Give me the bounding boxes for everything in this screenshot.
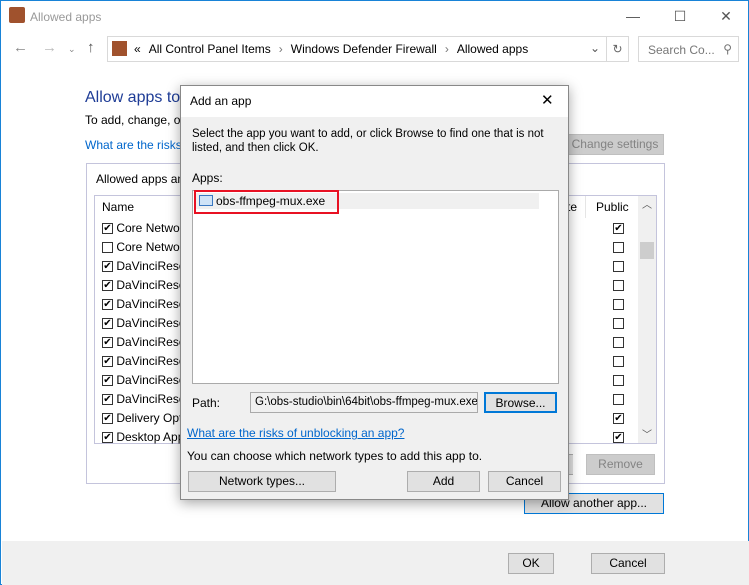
dialog-cancel-button[interactable]: Cancel — [488, 471, 561, 492]
app-enabled-checkbox[interactable]: ✔ — [102, 394, 113, 406]
public-checkbox[interactable] — [613, 394, 624, 405]
app-row-name: DaVinciReso — [116, 297, 186, 311]
maximize-button[interactable]: ☐ — [657, 5, 703, 29]
up-icon[interactable]: ↑ — [87, 39, 95, 56]
public-checkbox[interactable] — [613, 280, 624, 291]
apps-listbox[interactable]: obs-ffmpeg-mux.exe — [192, 190, 559, 384]
path-label: Path: — [192, 396, 221, 410]
app-row-name: DaVinciReso — [116, 373, 186, 387]
app-enabled-checkbox[interactable]: ✔ — [102, 337, 113, 349]
app-enabled-checkbox[interactable]: ✔ — [102, 375, 113, 387]
app-row-name: DaVinciReso — [116, 335, 186, 349]
public-checkbox[interactable] — [613, 375, 624, 386]
column-name[interactable]: Name — [102, 200, 134, 214]
public-checkbox[interactable] — [613, 318, 624, 329]
breadcrumb-item[interactable]: All Control Panel Items — [149, 42, 271, 56]
search-placeholder: Search Co... — [648, 43, 715, 57]
public-checkbox[interactable] — [613, 299, 624, 310]
footer-bar: OK Cancel — [2, 541, 749, 585]
chevron-down-icon[interactable]: ⌄ — [590, 41, 600, 55]
network-note: You can choose which network types to ad… — [187, 449, 483, 463]
app-row-name: Core Networ — [116, 221, 184, 235]
remove-button[interactable]: Remove — [586, 454, 655, 475]
firewall-icon — [9, 7, 25, 23]
browse-button[interactable]: Browse... — [484, 392, 557, 413]
public-checkbox[interactable] — [613, 242, 624, 253]
network-types-button[interactable]: Network types... — [188, 471, 336, 492]
app-enabled-checkbox[interactable]: ✔ — [102, 413, 113, 425]
app-enabled-checkbox[interactable]: ✔ — [102, 261, 113, 273]
forward-icon[interactable]: → — [42, 39, 57, 56]
app-row-name: DaVinciReso — [116, 278, 186, 292]
page-heading: Allow apps to — [85, 89, 181, 106]
risks-link[interactable]: What are the risks — [85, 138, 182, 152]
public-checkbox[interactable]: ✔ — [613, 223, 624, 234]
scroll-thumb[interactable] — [640, 242, 654, 259]
add-button[interactable]: Add — [407, 471, 480, 492]
public-checkbox[interactable] — [613, 261, 624, 272]
public-checkbox[interactable]: ✔ — [613, 432, 624, 443]
refresh-icon[interactable]: ↻ — [606, 37, 628, 61]
search-icon: ⚲ — [723, 42, 732, 56]
scroll-up-icon[interactable]: ︿ — [638, 196, 656, 211]
cancel-button[interactable]: Cancel — [591, 553, 665, 574]
app-row-name: DaVinciReso — [116, 392, 186, 406]
unblocking-risks-link[interactable]: What are the risks of unblocking an app? — [187, 426, 404, 440]
path-field[interactable]: G:\obs-studio\bin\64bit\obs-ffmpeg-mux.e… — [250, 392, 478, 413]
app-row-name: DaVinciReso — [116, 259, 186, 273]
breadcrumb-item[interactable]: Windows Defender Firewall — [291, 42, 437, 56]
ok-button[interactable]: OK — [508, 553, 554, 574]
public-checkbox[interactable] — [613, 356, 624, 367]
public-checkbox[interactable] — [613, 337, 624, 348]
close-button[interactable]: ✕ — [703, 5, 749, 29]
dialog-instructions: Select the app you want to add, or click… — [192, 128, 544, 154]
app-enabled-checkbox[interactable]: ✔ — [102, 432, 113, 444]
chevron-right-icon: › — [444, 42, 449, 56]
group-label: Allowed apps an — [96, 172, 185, 186]
firewall-icon — [112, 41, 127, 56]
breadcrumb-overflow[interactable]: « — [134, 42, 141, 56]
back-icon[interactable]: ← — [13, 39, 28, 56]
app-enabled-checkbox[interactable]: ✔ — [102, 223, 113, 235]
minimize-button[interactable]: — — [610, 5, 656, 29]
apps-label: Apps: — [192, 171, 223, 185]
add-app-dialog: Add an app ✕ Select the app you want to … — [180, 85, 569, 500]
public-checkbox[interactable]: ✔ — [613, 413, 624, 424]
change-settings-button[interactable]: Change settings — [566, 134, 664, 155]
address-bar[interactable]: « All Control Panel Items › Windows Defen… — [107, 36, 629, 62]
app-row-name: Delivery Opt — [116, 411, 183, 425]
app-enabled-checkbox[interactable]: ✔ — [102, 280, 113, 292]
app-row-name: DaVinciReso — [116, 316, 186, 330]
app-enabled-checkbox[interactable] — [102, 242, 113, 254]
app-enabled-checkbox[interactable]: ✔ — [102, 299, 113, 311]
breadcrumb-item[interactable]: Allowed apps — [457, 42, 528, 56]
page-description: To add, change, or — [85, 113, 185, 127]
search-input[interactable]: Search Co... ⚲ — [638, 36, 739, 62]
dialog-titlebar: Add an app ✕ — [181, 86, 568, 117]
app-row-name: Desktop App — [116, 430, 185, 444]
app-enabled-checkbox[interactable]: ✔ — [102, 318, 113, 330]
app-row-name: DaVinciReso — [116, 354, 186, 368]
app-enabled-checkbox[interactable]: ✔ — [102, 356, 113, 368]
chevron-right-icon: › — [278, 42, 283, 56]
column-public[interactable]: Public — [596, 200, 629, 214]
recent-dropdown-icon[interactable]: ⌄ — [68, 44, 76, 55]
dialog-close-button[interactable]: ✕ — [541, 91, 554, 109]
app-row-name: Core Networ — [116, 240, 184, 254]
dialog-title: Add an app — [190, 94, 252, 108]
window-title: Allowed apps — [30, 10, 102, 24]
highlight-box — [194, 190, 339, 214]
